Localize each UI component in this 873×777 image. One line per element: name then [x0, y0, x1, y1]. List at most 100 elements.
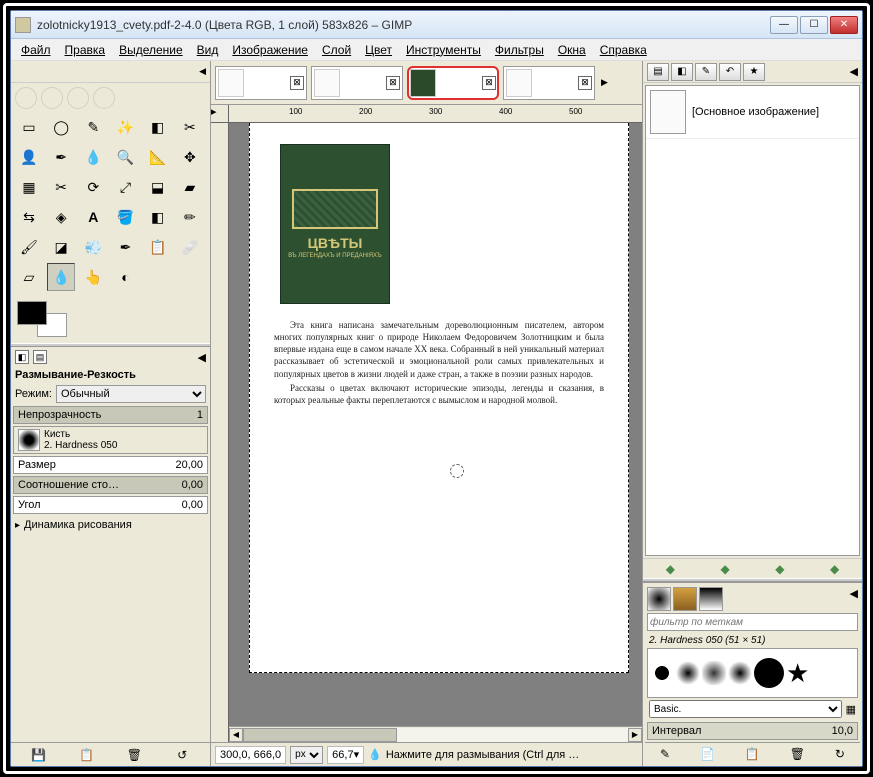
- brushes-menu-arrow[interactable]: ◀: [850, 587, 858, 609]
- layer-row[interactable]: [Основное изображение]: [646, 86, 859, 139]
- tool-zoom[interactable]: 🔍: [111, 143, 139, 171]
- doc-tab-4[interactable]: ⊠: [503, 66, 595, 100]
- tab-patterns-icon[interactable]: [673, 587, 697, 611]
- menu-windows[interactable]: Окна: [552, 41, 592, 59]
- tool-ellipse-select[interactable]: ◯: [47, 113, 75, 141]
- ruler-corner[interactable]: ▸: [211, 105, 229, 123]
- status-unit-select[interactable]: px: [290, 746, 323, 764]
- brush-grid-toggle-icon[interactable]: ▦: [846, 703, 856, 716]
- right-dock-arrow[interactable]: ◀: [850, 65, 858, 78]
- tab-device-status[interactable]: ▤: [33, 350, 47, 364]
- brush-grid[interactable]: ★: [647, 648, 858, 698]
- scroll-thumb[interactable]: [243, 728, 397, 742]
- menu-view[interactable]: Вид: [191, 41, 225, 59]
- maximize-button[interactable]: ☐: [800, 16, 828, 34]
- brush-new-icon[interactable]: 📄: [700, 747, 715, 761]
- ruler-horizontal[interactable]: 100 200 300 400 500: [229, 105, 642, 123]
- tool-blur-sharpen[interactable]: 💧: [47, 263, 75, 291]
- ratio-row[interactable]: Соотношение сто… 0,00: [13, 476, 208, 494]
- restore-options-icon[interactable]: 📋: [79, 747, 95, 763]
- brush-item[interactable]: [650, 661, 674, 685]
- layer-next-icon[interactable]: ◆: [830, 562, 839, 576]
- tool-by-color-select[interactable]: ◧: [144, 113, 172, 141]
- tool-smudge[interactable]: 👆: [79, 263, 107, 291]
- brush-spacing-row[interactable]: Интервал 10,0: [647, 722, 858, 740]
- menu-layer[interactable]: Слой: [316, 41, 357, 59]
- delete-options-icon[interactable]: 🗑: [126, 747, 142, 763]
- menu-image[interactable]: Изображение: [226, 41, 314, 59]
- tool-move[interactable]: ✥: [176, 143, 204, 171]
- tool-eraser[interactable]: ◪: [47, 233, 75, 261]
- tool-heal[interactable]: 🩹: [176, 233, 204, 261]
- brush-item[interactable]: [702, 661, 726, 685]
- tool-perspective[interactable]: ▰: [176, 173, 204, 201]
- tool-rotate[interactable]: ⟳: [79, 173, 107, 201]
- doc-tab-1[interactable]: ⊠: [215, 66, 307, 100]
- tool-cage[interactable]: ◈: [47, 203, 75, 231]
- size-row[interactable]: Размер 20,00: [13, 456, 208, 474]
- mode-select[interactable]: Обычный: [56, 385, 206, 403]
- tool-crop[interactable]: ✂: [47, 173, 75, 201]
- angle-row[interactable]: Угол 0,00: [13, 496, 208, 514]
- tool-scissors[interactable]: ✂: [176, 113, 204, 141]
- tool-blend[interactable]: ◧: [144, 203, 172, 231]
- tool-dodge-burn[interactable]: ◐: [111, 263, 139, 291]
- status-zoom[interactable]: 66,7▾: [327, 746, 364, 764]
- tool-color-picker[interactable]: 💧: [79, 143, 107, 171]
- brush-item[interactable]: [754, 658, 784, 688]
- tool-foreground-select[interactable]: 👤: [15, 143, 43, 171]
- brush-duplicate-icon[interactable]: 📋: [745, 747, 760, 761]
- layer-thumbnail[interactable]: [650, 90, 686, 134]
- brush-refresh-icon[interactable]: ↻: [835, 747, 845, 761]
- brush-item[interactable]: ★: [786, 661, 810, 685]
- tab-close-icon[interactable]: ⊠: [290, 76, 304, 90]
- tool-pencil[interactable]: ✏: [176, 203, 204, 231]
- brush-filter-input[interactable]: [647, 613, 858, 631]
- tab-paths-icon[interactable]: ✎: [695, 63, 717, 81]
- menu-edit[interactable]: Правка: [59, 41, 112, 59]
- tabstrip-right-arrow[interactable]: ▶: [599, 77, 610, 88]
- brush-row[interactable]: Кисть 2. Hardness 050: [13, 426, 208, 454]
- tool-scale[interactable]: ⤢: [111, 173, 139, 201]
- minimize-button[interactable]: —: [770, 16, 798, 34]
- tab-tool-options[interactable]: ◧: [15, 350, 29, 364]
- tool-bucket-fill[interactable]: 🪣: [111, 203, 139, 231]
- options-menu-arrow[interactable]: ◀: [198, 351, 206, 364]
- tab-close-icon[interactable]: ⊠: [578, 76, 592, 90]
- menu-select[interactable]: Выделение: [113, 41, 189, 59]
- tool-shear[interactable]: ⬓: [144, 173, 172, 201]
- scroll-left-arrow[interactable]: ◀: [229, 728, 243, 742]
- tab-close-icon[interactable]: ⊠: [482, 76, 496, 90]
- tab-layers-icon[interactable]: ▤: [647, 63, 669, 81]
- tool-perspective-clone[interactable]: ▱: [15, 263, 43, 291]
- tool-paths[interactable]: ✒: [47, 143, 75, 171]
- close-button[interactable]: ✕: [830, 16, 858, 34]
- brush-preview[interactable]: [18, 429, 40, 451]
- tab-history-icon[interactable]: ★: [743, 63, 765, 81]
- tool-rect-select[interactable]: ▭: [15, 113, 43, 141]
- brush-preset-select[interactable]: Basic.: [649, 700, 842, 718]
- menu-file[interactable]: Файл: [15, 41, 57, 59]
- tab-gradients-icon[interactable]: [699, 587, 723, 611]
- tool-paintbrush[interactable]: 🖌: [15, 233, 43, 261]
- tool-clone[interactable]: 📋: [144, 233, 172, 261]
- brush-item[interactable]: [728, 661, 752, 685]
- scroll-right-arrow[interactable]: ▶: [628, 728, 642, 742]
- layers-list[interactable]: [Основное изображение]: [645, 85, 860, 556]
- brush-item[interactable]: [676, 661, 700, 685]
- tool-flip[interactable]: ⇆: [15, 203, 43, 231]
- tool-fuzzy-select[interactable]: ✨: [111, 113, 139, 141]
- tab-undo-icon[interactable]: ↶: [719, 63, 741, 81]
- menu-filters[interactable]: Фильтры: [489, 41, 550, 59]
- tab-brushes-icon[interactable]: [647, 587, 671, 611]
- menu-help[interactable]: Справка: [594, 41, 653, 59]
- tool-ink[interactable]: ✒: [111, 233, 139, 261]
- layer-prev-icon[interactable]: ◆: [666, 562, 675, 576]
- doc-tab-2[interactable]: ⊠: [311, 66, 403, 100]
- tab-close-icon[interactable]: ⊠: [386, 76, 400, 90]
- tab-channels-icon[interactable]: ◧: [671, 63, 693, 81]
- tool-align[interactable]: ▦: [15, 173, 43, 201]
- brush-delete-icon[interactable]: 🗑: [790, 747, 805, 761]
- ruler-vertical[interactable]: [211, 123, 229, 742]
- opacity-row[interactable]: Непрозрачность 1: [13, 406, 208, 424]
